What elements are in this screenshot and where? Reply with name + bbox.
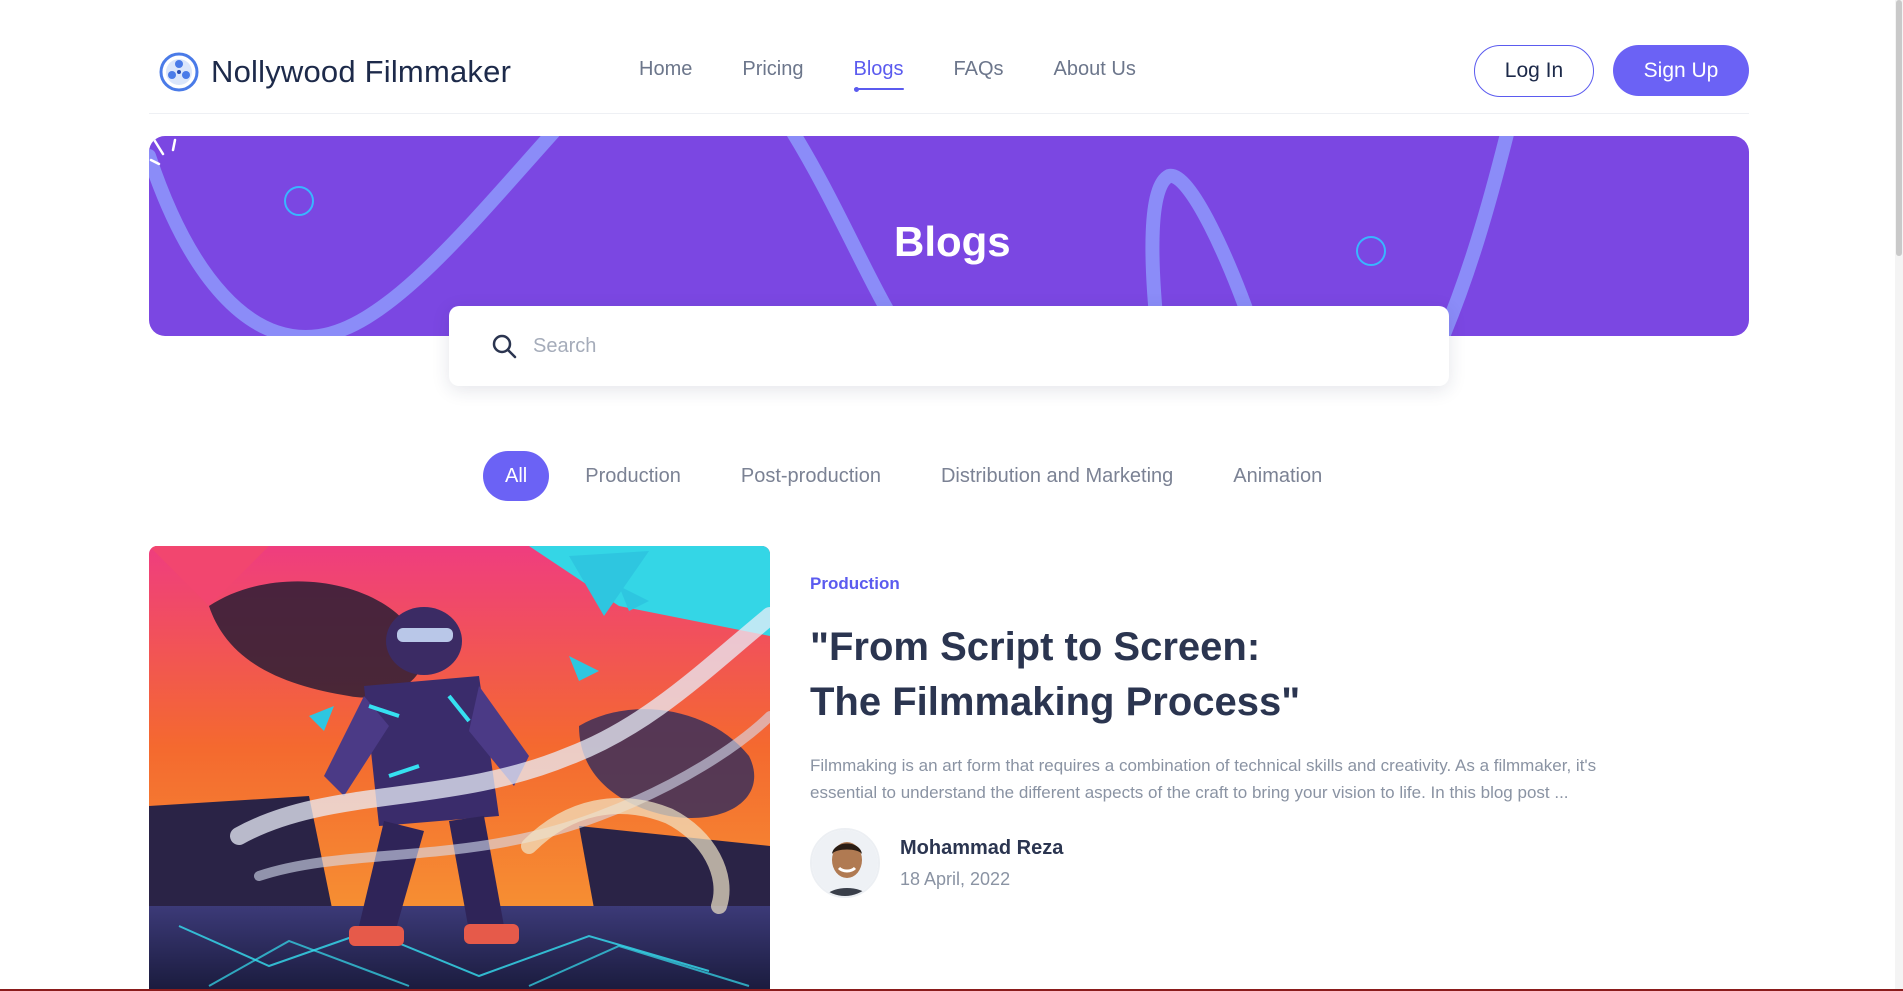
avatar [810, 828, 880, 898]
nav-about-us[interactable]: About Us [1054, 58, 1136, 81]
page-scrollbar[interactable] [1895, 0, 1903, 991]
post-cover-image[interactable] [149, 546, 770, 991]
filter-all[interactable]: All [483, 451, 550, 501]
nav-home[interactable]: Home [639, 58, 692, 81]
film-reel-icon [159, 52, 199, 92]
post-date: 18 April, 2022 [900, 868, 1011, 889]
author-meta: Mohammad Reza 18 April, 2022 [900, 837, 1063, 890]
post-author: Mohammad Reza 18 April, 2022 [810, 828, 1630, 898]
post-title[interactable]: "From Script to Screen: The Filmmaking P… [810, 620, 1330, 730]
filter-distribution-marketing[interactable]: Distribution and Marketing [911, 451, 1203, 501]
post-excerpt: Filmmaking is an art form that requires … [810, 756, 1597, 802]
filter-post-production[interactable]: Post-production [711, 451, 911, 501]
sparkle-icon [149, 136, 177, 166]
author-avatar-image [812, 830, 878, 896]
filter-production[interactable]: Production [555, 451, 711, 501]
search-bar [449, 306, 1449, 386]
filter-animation[interactable]: Animation [1203, 451, 1352, 501]
main-nav: Home Pricing Blogs FAQs About Us [639, 58, 1136, 92]
scrollbar-thumb[interactable] [1896, 0, 1902, 256]
search-icon[interactable] [491, 333, 517, 359]
featured-post: Production "From Script to Screen: The F… [810, 574, 1630, 898]
post-illustration [149, 546, 770, 991]
page-title: Blogs [894, 218, 1011, 265]
nav-faqs[interactable]: FAQs [954, 58, 1004, 81]
category-filters: All Production Post-production Distribut… [483, 451, 1352, 501]
nav-blogs[interactable]: Blogs [853, 58, 904, 92]
post-category[interactable]: Production [810, 574, 1630, 594]
signup-button[interactable]: Sign Up [1613, 45, 1749, 96]
login-button[interactable]: Log In [1474, 45, 1594, 97]
search-input[interactable] [533, 334, 1413, 358]
nav-pricing[interactable]: Pricing [742, 58, 803, 81]
brand-name: Nollywood Filmmaker [211, 54, 512, 89]
site-header: Nollywood Filmmaker Home Pricing Blogs F… [149, 36, 1749, 114]
brand-logo[interactable]: Nollywood Filmmaker [159, 52, 511, 92]
author-name[interactable]: Mohammad Reza [900, 837, 1063, 860]
